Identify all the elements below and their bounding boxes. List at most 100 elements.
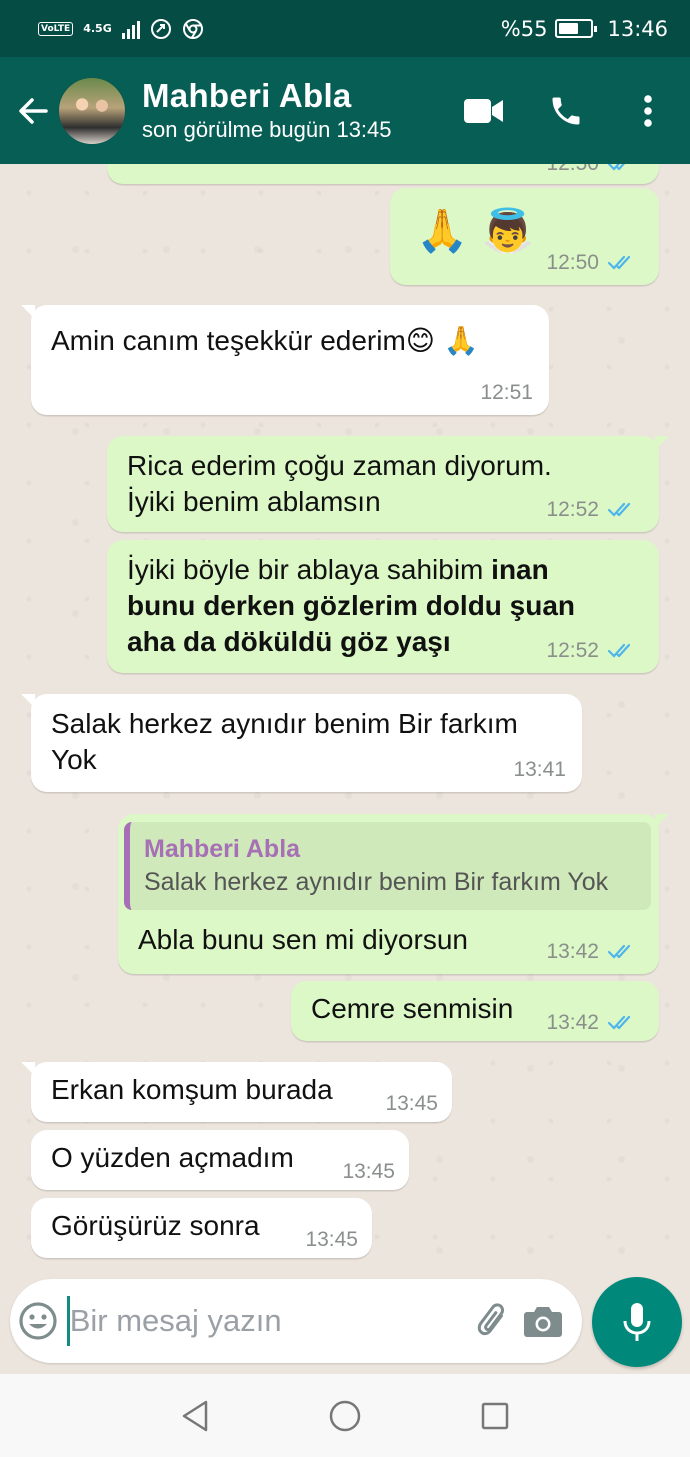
square-recents-icon [481,1402,509,1429]
battery-percent: %55 [500,16,548,41]
nav-back-button[interactable] [165,1386,225,1446]
back-button[interactable] [8,81,58,141]
message-bubble-outgoing[interactable]: 12:50 [107,164,659,184]
quoted-author: Mahberi Abla [144,835,301,863]
voice-record-button[interactable] [592,1277,682,1367]
read-ticks-icon [607,255,631,270]
message-meta: 13:42 [546,940,639,964]
message-time: 13:42 [546,1011,599,1034]
message-time: 12:52 [546,639,599,662]
message-input[interactable] [66,1296,469,1346]
clock: 13:46 [607,16,668,41]
message-text: Salak herkez aynıdır benim Bir farkım Yo… [51,706,518,778]
message-meta: 12:51 [480,381,533,405]
attach-button[interactable] [469,1279,519,1363]
message-meta: 12:52 [546,498,639,522]
message-meta: 13:45 [385,1092,438,1116]
message-bubble-outgoing[interactable]: Mahberi Abla Salak herkez aynıdır benim … [118,814,669,974]
last-seen: son görülme bugün 13:45 [142,116,392,142]
status-right: %55 13:46 [501,17,668,41]
system-nav-bar [0,1374,690,1457]
message-line: İyiki benim ablamsın [127,486,381,517]
chrome-icon [182,18,203,39]
circle-home-icon [329,1400,361,1431]
message-text: O yüzden açmadım [51,1142,294,1173]
message-meta: 13:45 [342,1160,395,1184]
message-text: İyiki böyle bir ablaya sahibim inan bunu… [127,552,575,660]
contact-info[interactable]: Mahberi Abla son görülme bugün 13:45 [142,77,454,145]
voice-call-button[interactable] [536,81,596,141]
message-line: İyiki böyle bir ablaya sahibim inan [127,552,575,588]
message-line: bunu derken gözlerim doldu şuan [127,588,575,624]
video-call-button[interactable] [454,81,514,141]
quoted-message[interactable]: Mahberi Abla Salak herkez aynıdır benim … [124,822,651,910]
more-vert-icon [644,94,652,127]
message-text-content: Amin canım teşekkür ederim [51,325,406,356]
message-time: 13:45 [305,1228,358,1251]
message-time: 13:45 [385,1092,438,1115]
battery-icon [555,19,598,38]
emoji-icon [19,1302,57,1340]
avatar[interactable] [58,76,126,145]
message-bubble-outgoing[interactable]: Cemre senmisin 13:42 [291,981,659,1041]
message-bubble-outgoing[interactable]: 🙏 👼 12:50 [390,188,659,285]
message-bold: bunu derken gözlerim doldu şuan [127,590,576,621]
message-text: Erkan komşum burada [51,1074,333,1105]
phone-icon [552,97,580,124]
message-time: 12:50 [546,251,599,274]
message-input-bar [10,1279,582,1363]
message-text: Görüşürüz sonra [51,1210,260,1241]
message-meta: 13:45 [305,1228,358,1252]
message-time: 13:45 [342,1160,395,1183]
arrow-left-icon [19,97,48,124]
message-line: Yok [51,744,97,775]
message-plain: İyiki böyle bir ablaya sahibim [127,554,492,585]
message-text: Amin canım teşekkür ederim😊 🙏 [51,323,479,359]
message-line: Salak herkez aynıdır benim Bir farkım [51,708,518,739]
network-type: 4.5G [83,22,112,35]
message-text: Cemre senmisin [311,993,514,1024]
message-meta: 13:41 [513,758,566,782]
message-emoji: 🙏 👼 [416,206,534,255]
signal-icon [121,19,140,39]
bubble-tail [655,814,669,828]
message-bold: inan [491,554,549,585]
nav-recents-button[interactable] [465,1386,525,1446]
menu-button[interactable] [618,81,678,141]
triangle-back-icon [182,1400,208,1431]
message-meta: 12:50 [546,251,639,275]
video-call-icon [464,98,503,123]
read-ticks-icon [607,502,631,517]
message-line: Rica ederim çoğu zaman diyorum. [127,450,552,481]
message-text: Rica ederim çoğu zaman diyorum. İyiki be… [127,448,552,520]
message-bubble-incoming[interactable]: Salak herkez aynıdır benim Bir farkım Yo… [21,694,582,792]
nav-home-button[interactable] [315,1386,375,1446]
message-meta: 12:50 [546,164,639,176]
message-bubble-outgoing[interactable]: İyiki böyle bir ablaya sahibim inan bunu… [107,540,659,673]
bubble-tail [655,436,669,450]
volte-badge: VoLTE [38,21,74,36]
message-bubble-outgoing[interactable]: Rica ederim çoğu zaman diyorum. İyiki be… [107,436,669,532]
bubble-tail [21,305,35,319]
message-meta: 12:52 [546,639,639,663]
emoji-button[interactable] [10,1279,67,1363]
status-left: VoLTE 4.5G [38,18,204,40]
status-bar: VoLTE 4.5G %55 13:46 [0,0,690,57]
camera-button[interactable] [518,1279,568,1363]
quoted-text: Salak herkez aynıdır benim Bir farkım Yo… [144,868,609,896]
chat-area[interactable]: 12:50 🙏 👼 12:50 Amin canım teşekkür eder… [0,164,690,1274]
chat-header: Mahberi Abla son görülme bugün 13:45 [0,57,690,164]
message-line: aha da döküldü göz yaşı [127,624,575,660]
paperclip-icon [477,1303,504,1336]
microphone-icon [623,1303,651,1341]
message-bubble-incoming[interactable]: Amin canım teşekkür ederim😊 🙏 12:51 [21,305,549,415]
message-bubble-incoming[interactable]: Görüşürüz sonra 13:45 [31,1198,372,1258]
sync-icon [150,18,171,39]
message-bubble-incoming[interactable]: Erkan komşum burada 13:45 [21,1062,452,1122]
message-text: Abla bunu sen mi diyorsun [138,924,468,955]
message-time: 13:42 [546,940,599,963]
read-ticks-icon [607,944,631,959]
camera-icon [524,1307,563,1337]
message-bubble-incoming[interactable]: O yüzden açmadım 13:45 [31,1130,409,1190]
read-ticks-icon [607,164,626,171]
